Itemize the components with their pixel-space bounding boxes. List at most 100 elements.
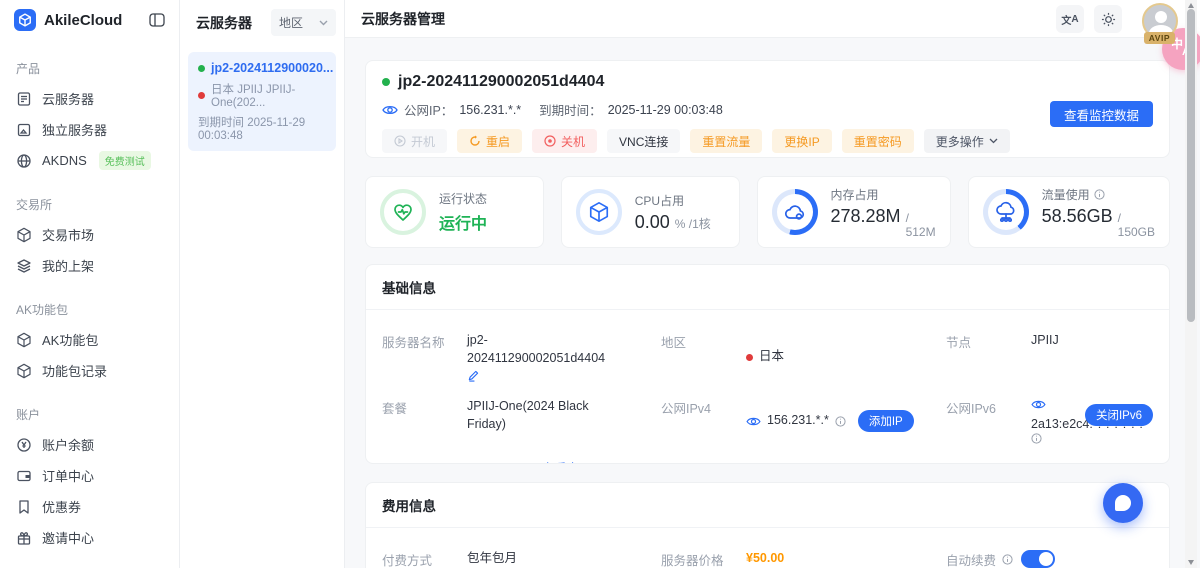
chat-widget-button[interactable]: [1103, 483, 1143, 523]
eye-icon[interactable]: [382, 104, 398, 116]
sidebar-item-dedicated-server[interactable]: 独立服务器: [16, 114, 163, 145]
sidebar-section-account: 账户 账户余额 订单中心 优惠券 邀请中心: [0, 406, 179, 553]
cpu-ring: [576, 189, 622, 235]
info-icon: [1031, 433, 1042, 444]
field-auto-renew: 自动续费: [946, 534, 1153, 568]
server-list-item[interactable]: jp2-2024112900020... 日本 JPIIJ JPIIJ-One(…: [188, 52, 336, 151]
scrollbar-thumb[interactable]: [1187, 9, 1195, 322]
stats-row: 运行状态 运行中 CPU占用 0.00% /1核: [365, 176, 1170, 248]
field-login: 登录信息 root 查看密码: [382, 444, 1153, 464]
ipv4-value: 156.231.*.*: [767, 412, 829, 430]
section-title: 账户: [16, 406, 163, 423]
sidebar-item-invite[interactable]: 邀请中心: [16, 522, 163, 553]
translate-icon-letter: A: [1071, 14, 1078, 25]
brand-logo-icon: [14, 9, 36, 31]
sidebar-item-ak-package[interactable]: AK功能包: [16, 324, 163, 355]
main-area: 云服务器管理 文A jp2-202411290002051d4404 公网IP：…: [345, 0, 1200, 568]
shutdown-button[interactable]: 关机: [532, 129, 597, 153]
pay-method-value: 包年包月: [467, 550, 517, 568]
sidebar-item-cloud-server[interactable]: 云服务器: [16, 83, 163, 114]
sidebar-item-label: 订单中心: [42, 466, 94, 485]
view-monitor-button[interactable]: 查看监控数据: [1050, 101, 1153, 127]
eye-icon[interactable]: [1031, 399, 1046, 410]
reboot-button[interactable]: 重启: [457, 129, 522, 153]
sidebar: AkileCloud 产品 云服务器 独立服务器 AKDNS 免费测试 交易所: [0, 0, 180, 568]
field-node: 节点 JPIIJ: [946, 316, 1153, 382]
stat-value: 0.00: [635, 212, 670, 233]
theme-toggle-button[interactable]: [1094, 5, 1122, 33]
stat-value: 运行中: [439, 210, 487, 234]
divider: [505, 463, 506, 465]
sidebar-item-akdns[interactable]: AKDNS 免费测试: [16, 145, 163, 176]
sidebar-item-package-records[interactable]: 功能包记录: [16, 355, 163, 386]
sun-icon: [1101, 12, 1116, 27]
order-icon: [16, 468, 32, 484]
eye-icon[interactable]: [746, 416, 761, 427]
cube-icon: [16, 227, 32, 243]
basic-info-card: 基础信息 服务器名称 jp2-202411290002051d4404: [365, 264, 1170, 464]
status-dot-running: [382, 78, 390, 86]
sidebar-item-label: 我的上架: [42, 256, 94, 275]
power-on-button[interactable]: 开机: [382, 129, 447, 153]
reset-password-button[interactable]: 重置密码: [842, 129, 914, 153]
sidebar-item-market[interactable]: 交易市场: [16, 219, 163, 250]
heartbeat-icon: [391, 200, 415, 224]
server-list-title: 云服务器: [196, 13, 252, 33]
node-value: JPIIJ: [1031, 332, 1059, 382]
stat-suffix: / 150GB: [1118, 211, 1155, 239]
field-region: 地区 日本: [661, 316, 946, 382]
field-ipv6: 公网IPv6 2a13:e2c4:*:*:*:*:*:*:* 关闭IPv6: [946, 382, 1153, 444]
app-window: AkileCloud 产品 云服务器 独立服务器 AKDNS 免费测试 交易所: [0, 0, 1200, 568]
stat-label: 流量使用: [1042, 186, 1090, 203]
server-item-expire: 到期时间 2025-11-29 00:03:48: [198, 114, 326, 142]
status-dot-running: [198, 65, 205, 72]
stat-card-traffic: 流量使用 58.56GB/ 150GB: [968, 176, 1170, 248]
brand-row: AkileCloud: [0, 0, 179, 40]
server-item-name: jp2-2024112900020...: [211, 61, 333, 75]
add-ip-button[interactable]: 添加IP: [858, 410, 914, 432]
sidebar-collapse-icon[interactable]: [149, 13, 165, 27]
more-actions-button[interactable]: 更多操作: [924, 129, 1010, 153]
billing-title: 费用信息: [366, 483, 1169, 528]
avip-badge: AVIP: [1144, 32, 1175, 44]
sidebar-section-exchange: 交易所 交易市场 我的上架: [0, 196, 179, 281]
restart-icon: [469, 135, 481, 147]
stat-suffix: % /1核: [675, 215, 711, 232]
change-ip-button[interactable]: 更换IP: [772, 129, 831, 153]
server-detail-card: jp2-202411290002051d4404 公网IP：156.231.*.…: [365, 60, 1170, 158]
sidebar-item-coupons[interactable]: 优惠券: [16, 491, 163, 522]
scroll-down-arrow[interactable]: [1188, 560, 1194, 565]
sidebar-item-label: 邀请中心: [42, 528, 94, 547]
language-switch-button[interactable]: 文A: [1056, 5, 1084, 33]
sidebar-item-my-listings[interactable]: 我的上架: [16, 250, 163, 281]
server-item-meta: 日本 JPIIJ JPIIJ-One(202...: [211, 81, 326, 109]
page-title: 云服务器管理: [361, 9, 445, 29]
info-icon: [835, 416, 846, 427]
chevron-down-icon: [319, 20, 328, 26]
close-ipv6-button[interactable]: 关闭IPv6: [1085, 404, 1153, 426]
coupon-icon: [16, 499, 32, 515]
sidebar-item-label: 优惠券: [42, 497, 81, 516]
view-password-link[interactable]: 查看密码: [522, 461, 592, 464]
sidebar-item-label: 云服务器: [42, 89, 94, 108]
public-ip-label: 公网IP：: [404, 100, 453, 119]
auto-renew-toggle[interactable]: [1021, 550, 1055, 568]
page-scrollbar[interactable]: [1185, 0, 1197, 568]
sidebar-item-balance[interactable]: 账户余额: [16, 429, 163, 460]
field-pay-method: 付费方式 包年包月: [382, 534, 661, 568]
info-icon: [1002, 554, 1013, 565]
sidebar-item-label: AK功能包: [42, 330, 98, 349]
edit-name-icon[interactable]: [467, 369, 617, 382]
reset-traffic-button[interactable]: 重置流量: [690, 129, 762, 153]
info-icon: [1094, 189, 1105, 200]
scroll-up-arrow[interactable]: [1188, 3, 1194, 8]
cube-icon: [16, 332, 32, 348]
layers-icon: [16, 258, 32, 274]
translate-icon: 文: [1061, 12, 1071, 27]
sidebar-item-orders[interactable]: 订单中心: [16, 460, 163, 491]
cloud-icon: [783, 202, 807, 222]
region-dot: [198, 92, 205, 99]
region-filter-select[interactable]: 地区: [271, 9, 336, 36]
chevron-down-icon: [989, 138, 998, 144]
vnc-button[interactable]: VNC连接: [607, 129, 680, 153]
